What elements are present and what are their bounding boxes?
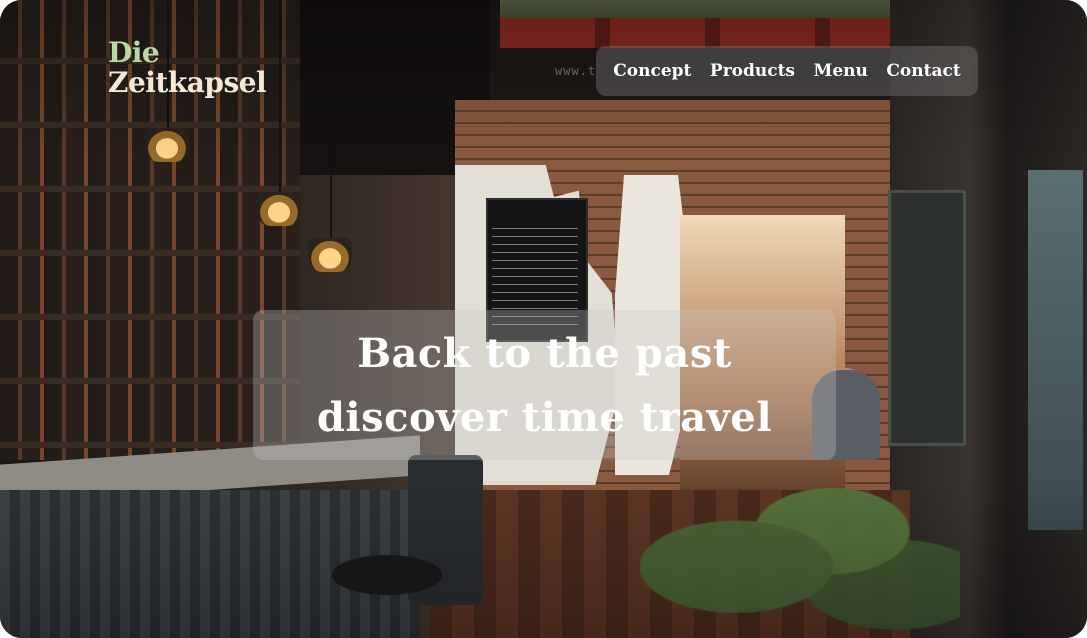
nav-item-concept[interactable]: Concept — [613, 61, 691, 81]
hero-heading: Back to the past discover time travel — [253, 322, 836, 450]
nav-item-products[interactable]: Products — [710, 61, 795, 81]
hero-line-2: discover time travel — [316, 394, 773, 441]
hero-line-1: Back to the past — [357, 330, 732, 377]
background-url-text: www.t — [555, 64, 597, 78]
page-frame: www.t Die Zeitkapsel Concept Products Me… — [0, 0, 1087, 638]
nav-item-contact[interactable]: Contact — [886, 61, 960, 81]
nav-item-menu[interactable]: Menu — [814, 61, 868, 81]
main-navigation: Concept Products Menu Contact — [596, 46, 978, 96]
logo-line-1: Die — [108, 36, 160, 69]
logo-line-2: Zeitkapsel — [108, 66, 267, 99]
site-logo[interactable]: Die Zeitkapsel — [108, 36, 267, 99]
